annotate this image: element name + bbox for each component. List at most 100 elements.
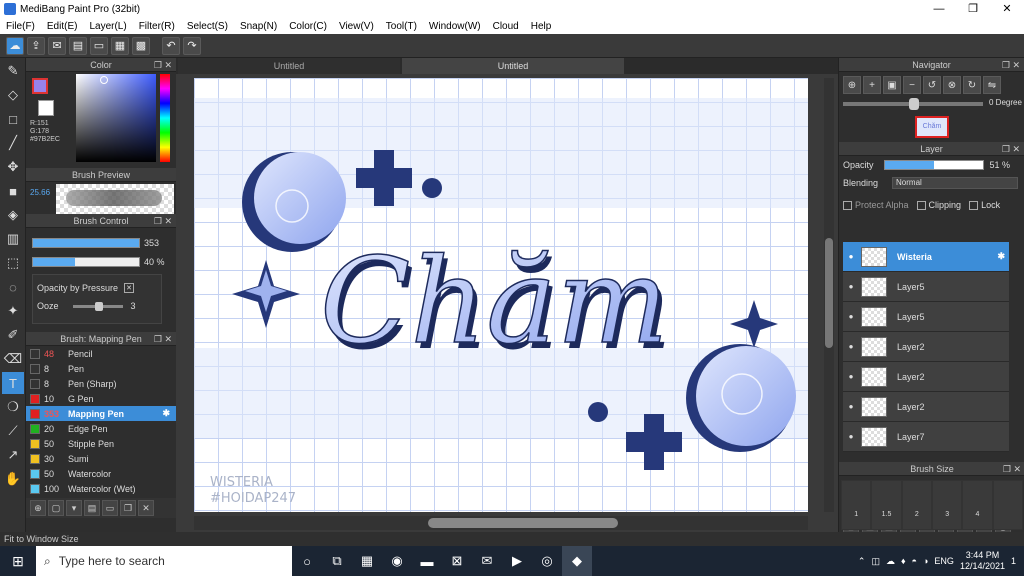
text-tool-icon[interactable]: T: [2, 372, 24, 394]
menu-color[interactable]: Color(C): [283, 21, 333, 32]
menu-window[interactable]: Window(W): [423, 21, 487, 32]
flip-icon[interactable]: ⇋: [983, 76, 1001, 94]
undo-icon[interactable]: ↶: [162, 36, 180, 55]
medibang-icon[interactable]: ◆: [562, 546, 592, 576]
rotate-reset-icon[interactable]: ⊗: [943, 76, 961, 94]
menu-view[interactable]: View(V): [333, 21, 380, 32]
select-pen-tool-icon[interactable]: ✐: [2, 324, 24, 346]
menu-help[interactable]: Help: [525, 21, 558, 32]
maximize-button[interactable]: ❐: [956, 0, 990, 18]
tab-untitled-2[interactable]: Untitled: [402, 58, 624, 74]
eyedropper-tool-icon[interactable]: ⟋: [2, 420, 24, 442]
brush-item[interactable]: 48 Pencil: [26, 346, 176, 361]
hand-tool-icon[interactable]: ✋: [2, 468, 24, 490]
share-icon[interactable]: ⇪: [27, 36, 45, 55]
visibility-icon[interactable]: ●: [843, 342, 859, 351]
menu-tool[interactable]: Tool(T): [380, 21, 423, 32]
brush-size-slider[interactable]: [32, 238, 140, 248]
tab-untitled-1[interactable]: Untitled: [178, 58, 400, 74]
select-eraser-tool-icon[interactable]: ⌫: [2, 348, 24, 370]
visibility-icon[interactable]: ●: [843, 282, 859, 291]
zoom-in-icon[interactable]: +: [863, 76, 881, 94]
onedrive-icon[interactable]: ☁: [886, 556, 895, 567]
gradient-tool-icon[interactable]: ▥: [2, 228, 24, 250]
menu-cloud[interactable]: Cloud: [487, 21, 525, 32]
cloud-icon[interactable]: ☁: [6, 36, 24, 55]
color-picker-square[interactable]: [76, 74, 156, 162]
apps-icon[interactable]: ▦: [352, 546, 382, 576]
brush-item[interactable]: 50 Stipple Pen: [26, 436, 176, 451]
file-explorer-icon[interactable]: ▬: [412, 546, 442, 576]
layer-row[interactable]: ● Layer7: [843, 422, 1009, 452]
layer-row[interactable]: ● Layer5: [843, 272, 1009, 302]
meet-icon[interactable]: ◫: [871, 556, 880, 567]
visibility-icon[interactable]: ●: [843, 372, 859, 381]
vertical-scroll-thumb[interactable]: [825, 238, 833, 348]
brush-size-option[interactable]: 4: [962, 480, 993, 530]
close-button[interactable]: ✕: [990, 0, 1024, 18]
blending-select[interactable]: Normal: [892, 177, 1019, 189]
line-tool-icon[interactable]: ╱: [2, 132, 24, 154]
language-indicator[interactable]: ENG: [934, 556, 954, 566]
menu-layer[interactable]: Layer(L): [83, 21, 132, 32]
opacity-pressure-checkbox[interactable]: ✕: [124, 283, 135, 293]
minimize-button[interactable]: —: [922, 0, 956, 18]
brush-settings-icon[interactable]: ▤: [84, 500, 100, 516]
lock-checkbox[interactable]: [969, 200, 979, 210]
layer-opacity-slider[interactable]: [883, 160, 984, 170]
brush-item[interactable]: 100 Watercolor (Wet): [26, 481, 176, 496]
brush-close-icon[interactable]: ✕: [138, 500, 154, 516]
rotation-knob[interactable]: [909, 98, 919, 110]
rotate-left-icon[interactable]: ↺: [923, 76, 941, 94]
microphone-icon[interactable]: ♦: [901, 556, 906, 566]
dropper-tool-icon[interactable]: ↗: [2, 444, 24, 466]
lasso-tool-icon[interactable]: ◌: [2, 276, 24, 298]
rectangle-tool-icon[interactable]: □: [2, 108, 24, 130]
brush-menu-icon[interactable]: ▾: [66, 500, 82, 516]
navigator-thumbnail[interactable]: Chăm: [915, 116, 949, 138]
windows-start-icon[interactable]: ⊞: [0, 546, 36, 576]
foreground-color-swatch[interactable]: [32, 78, 48, 94]
horizontal-scrollbar[interactable]: [194, 516, 808, 530]
brush-size-option[interactable]: 1: [841, 480, 872, 530]
move-tool-icon[interactable]: ✥: [2, 156, 24, 178]
hue-slider[interactable]: [160, 74, 170, 162]
drawing-canvas[interactable]: Chăm Chăm WISTERIA #HOIDAP247: [194, 78, 808, 512]
brush-item[interactable]: 8 Pen: [26, 361, 176, 376]
brush-item[interactable]: 30 Sumi: [26, 451, 176, 466]
brush-item[interactable]: 10 G Pen: [26, 391, 176, 406]
visibility-icon[interactable]: ●: [843, 402, 859, 411]
brush-size-option[interactable]: 1.5: [871, 480, 902, 530]
brush-item[interactable]: 20 Edge Pen: [26, 421, 176, 436]
brush-size-option[interactable]: 2: [901, 480, 932, 530]
brush-copy-icon[interactable]: ❐: [120, 500, 136, 516]
task-view-icon[interactable]: ⧉: [322, 546, 352, 576]
notification-icon[interactable]: 1: [1011, 556, 1016, 566]
redo-icon[interactable]: ↷: [183, 36, 201, 55]
clock[interactable]: 3:44 PM 12/14/2021: [960, 550, 1005, 572]
tray-chevron-icon[interactable]: ⌃: [858, 556, 866, 567]
fill-rect-tool-icon[interactable]: ■: [2, 180, 24, 202]
layer-row[interactable]: ● Layer2: [843, 392, 1009, 422]
visibility-icon[interactable]: ●: [843, 312, 859, 321]
brush-item-selected[interactable]: 353 Mapping Pen ✱: [26, 406, 176, 421]
brush-size-option[interactable]: [992, 480, 1023, 530]
brush-opacity-slider[interactable]: [32, 257, 140, 267]
select-tool-icon[interactable]: ⬚: [2, 252, 24, 274]
magic-wand-tool-icon[interactable]: ✦: [2, 300, 24, 322]
network-icon[interactable]: ◓: [912, 556, 917, 566]
comment-list-icon[interactable]: ▤: [69, 36, 87, 55]
visibility-icon[interactable]: ●: [843, 432, 859, 441]
menu-filter[interactable]: Filter(R): [133, 21, 181, 32]
zoom-out-icon[interactable]: −: [903, 76, 921, 94]
menu-select[interactable]: Select(S): [181, 21, 234, 32]
visibility-icon[interactable]: ●: [843, 252, 859, 261]
page-icon[interactable]: ▭: [90, 36, 108, 55]
brush-size-option[interactable]: 3: [932, 480, 963, 530]
layer-row-selected[interactable]: ● Wisteria ✱: [843, 242, 1009, 272]
zoom-icon[interactable]: ▶: [502, 546, 532, 576]
zoom-actual-icon[interactable]: ▣: [883, 76, 901, 94]
volume-icon[interactable]: ◑: [923, 556, 928, 566]
edge-icon[interactable]: ◉: [382, 546, 412, 576]
cortana-icon[interactable]: ○: [292, 546, 322, 576]
